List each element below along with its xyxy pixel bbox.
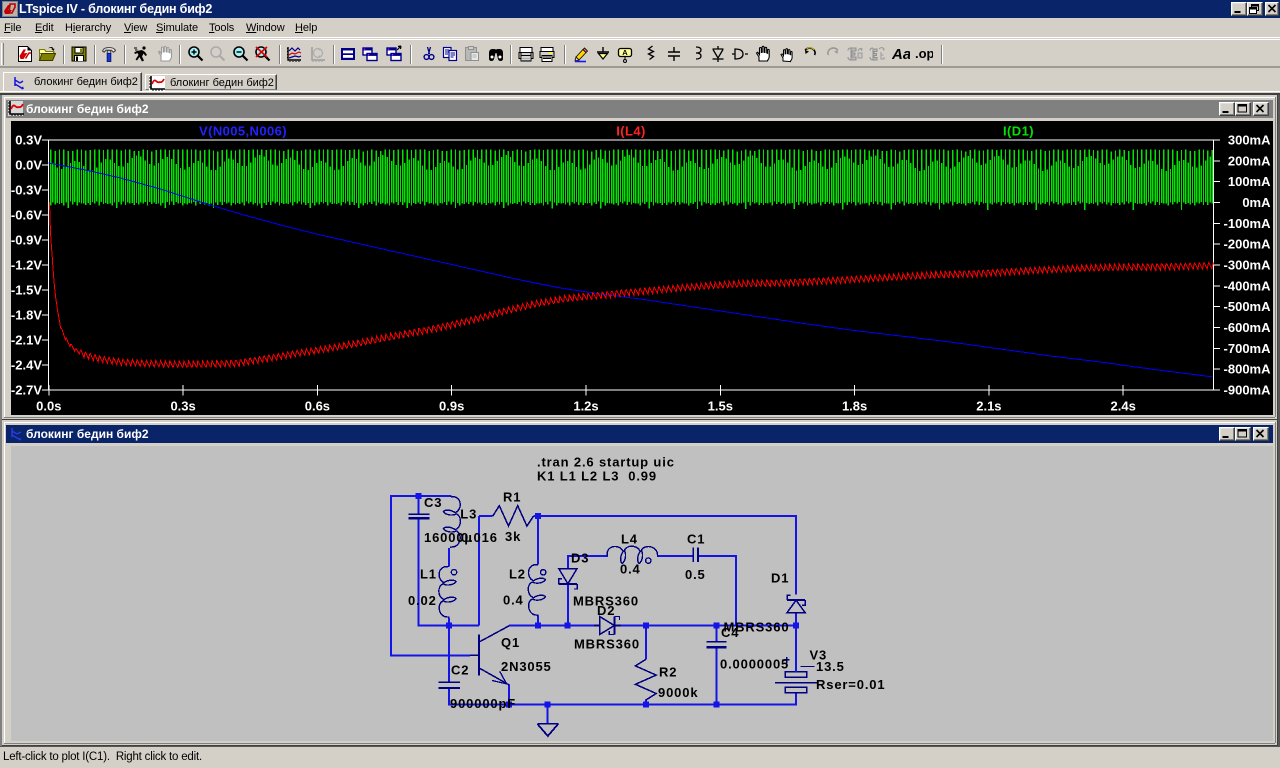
svg-text:0mA: 0mA [1242, 195, 1271, 210]
svg-text:Rser=0.01: Rser=0.01 [816, 677, 885, 692]
svg-text:-0.3V: -0.3V [11, 183, 42, 198]
svg-text:-1.2V: -1.2V [11, 258, 42, 273]
svg-text:1.2s: 1.2s [573, 399, 598, 414]
svg-text:0.0s: 0.0s [36, 399, 61, 414]
svg-text:-200mA: -200mA [1223, 237, 1271, 252]
svg-text:-1.5V: -1.5V [11, 283, 42, 298]
svg-text:-600mA: -600mA [1223, 320, 1271, 335]
svg-text:2.1s: 2.1s [976, 399, 1001, 414]
svg-text:I(D1): I(D1) [1003, 124, 1034, 139]
svg-text:0.016: 0.016 [461, 530, 498, 545]
svg-text:L4: L4 [621, 532, 638, 547]
svg-text:0.5: 0.5 [685, 567, 706, 582]
svg-text:D1: D1 [771, 571, 789, 586]
svg-text:R2: R2 [659, 665, 677, 680]
svg-text:0.4: 0.4 [620, 562, 641, 577]
svg-text:V(N005,N006): V(N005,N006) [199, 124, 287, 139]
svg-text:MBRS360: MBRS360 [723, 620, 789, 635]
svg-text:.tran 2.6 startup uic: .tran 2.6 startup uic [537, 455, 675, 470]
svg-text:0.3V: 0.3V [15, 133, 42, 148]
svg-text:13.5: 13.5 [816, 659, 845, 674]
svg-text:9000k: 9000k [658, 685, 698, 700]
svg-text:K1 L1 L2 L3 0.99: K1 L1 L2 L3 0.99 [537, 469, 657, 484]
svg-text:100mA: 100mA [1227, 174, 1270, 189]
svg-text:-400mA: -400mA [1223, 278, 1271, 293]
svg-text:C1: C1 [687, 532, 705, 547]
svg-text:Aa: Aa [892, 46, 910, 63]
svg-text:0.0V: 0.0V [15, 158, 42, 173]
svg-text:1.5s: 1.5s [707, 399, 732, 414]
svg-text:D3: D3 [571, 551, 589, 566]
svg-text:MBRS360: MBRS360 [574, 637, 640, 652]
svg-text:0.3s: 0.3s [170, 399, 195, 414]
svg-text:2.4s: 2.4s [1110, 399, 1135, 414]
svg-text:-0.9V: -0.9V [11, 233, 42, 248]
svg-text:D2: D2 [597, 603, 615, 618]
svg-text:2N3055: 2N3055 [501, 659, 552, 674]
svg-text:L2: L2 [509, 567, 526, 582]
svg-text:200mA: 200mA [1227, 153, 1270, 168]
svg-text:0.9s: 0.9s [439, 399, 464, 414]
svg-text:Q1: Q1 [501, 635, 520, 650]
svg-text:C2: C2 [451, 663, 469, 678]
svg-text:900000pF: 900000pF [450, 696, 516, 711]
svg-text:I(L4): I(L4) [616, 124, 645, 139]
svg-text:-800mA: -800mA [1223, 362, 1271, 377]
svg-text:-2.7V: -2.7V [11, 383, 42, 398]
svg-text:C3: C3 [424, 495, 442, 510]
svg-text:0.6s: 0.6s [304, 399, 329, 414]
svg-text:300mA: 300mA [1227, 133, 1270, 148]
svg-text:-700mA: -700mA [1223, 341, 1271, 356]
svg-text:-100mA: -100mA [1223, 216, 1271, 231]
svg-text:-2.4V: -2.4V [11, 358, 42, 373]
svg-text:1.8s: 1.8s [841, 399, 866, 414]
svg-text:L1: L1 [420, 567, 437, 582]
svg-text:3k: 3k [505, 529, 521, 544]
svg-text:A: A [622, 48, 628, 57]
svg-text:0.0000005: 0.0000005 [720, 657, 789, 672]
svg-text:-0.6V: -0.6V [11, 208, 42, 223]
svg-text:-2.1V: -2.1V [11, 333, 42, 348]
svg-text:0.4: 0.4 [503, 593, 524, 608]
svg-text:-1.8V: -1.8V [11, 308, 42, 323]
svg-text:-900mA: -900mA [1223, 383, 1271, 398]
svg-text:-300mA: -300mA [1223, 258, 1271, 273]
svg-text:.op: .op [915, 46, 933, 61]
svg-text:-500mA: -500mA [1223, 299, 1271, 314]
svg-text:0.02: 0.02 [408, 593, 437, 608]
svg-text:L3: L3 [460, 507, 477, 522]
svg-text:R1: R1 [503, 490, 521, 505]
